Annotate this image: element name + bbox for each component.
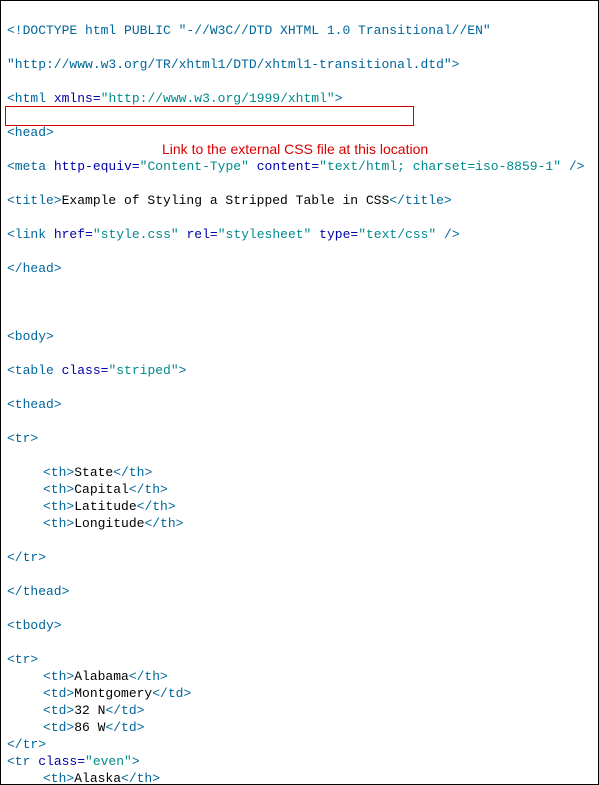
code-block: <!DOCTYPE html PUBLIC "-//W3C//DTD XHTML… (7, 5, 592, 785)
table-row-close: </tr> (7, 736, 592, 753)
code-viewer: <!DOCTYPE html PUBLIC "-//W3C//DTD XHTML… (0, 0, 599, 785)
title-text: Example of Styling a Stripped Table in C… (62, 193, 390, 208)
table-cell: <td>Montgomery</td> (7, 685, 592, 702)
table-cell: <td>86 W</td> (7, 719, 592, 736)
header-cell: <th>Latitude</th> (7, 498, 592, 515)
doctype-line-1: <!DOCTYPE html PUBLIC "-//W3C//DTD XHTML… (7, 23, 491, 38)
header-row: <th>State</th><th>Capital</th><th>Latitu… (7, 464, 592, 532)
annotation-text: Link to the external CSS file at this lo… (162, 141, 428, 158)
header-cell: <th>Longitude</th> (7, 515, 592, 532)
link-tag-line: <link href="style.css" rel="stylesheet" … (7, 226, 592, 243)
table-cell: <th>Alaska</th> (7, 770, 592, 785)
table-row-open: <tr class="even"> (7, 753, 592, 770)
table-row-open: <tr> (7, 651, 592, 668)
header-cell: <th>State</th> (7, 464, 592, 481)
doctype-line-2: "http://www.w3.org/TR/xhtml1/DTD/xhtml1-… (7, 57, 459, 72)
table-body: <tr><th>Alabama</th><td>Montgomery</td><… (7, 651, 592, 785)
table-cell: <td>32 N</td> (7, 702, 592, 719)
header-cell: <th>Capital</th> (7, 481, 592, 498)
table-cell: <th>Alabama</th> (7, 668, 592, 685)
